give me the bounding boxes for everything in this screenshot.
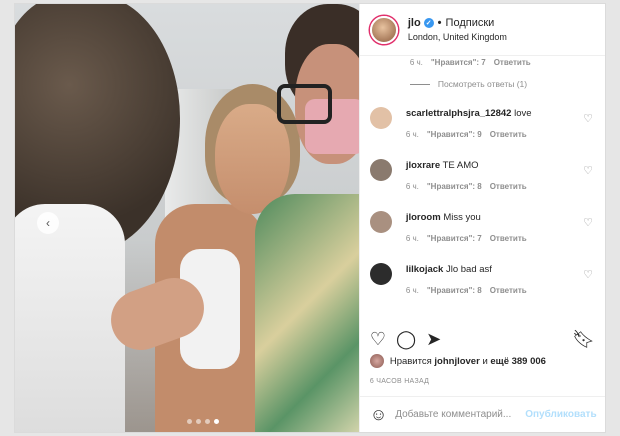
liker-username[interactable]: johnjlover <box>434 356 479 367</box>
carousel-dot-active <box>214 419 219 424</box>
photo-left-person-shirt <box>15 204 125 432</box>
carousel-dot <box>196 419 201 424</box>
comment-text: Jlo bad asf <box>445 264 492 275</box>
comments-list[interactable]: 6 ч. "Нравится": 7 Ответить Посмотреть о… <box>360 56 605 319</box>
bookmark-icon[interactable]: 🔖︎ <box>572 330 595 348</box>
likes-middle: и <box>482 355 488 367</box>
comment-text-line: lilkojack Jlo bad asf <box>406 263 595 276</box>
post-header-text: jlo ✓ • Подписки London, United Kingdom <box>408 17 507 42</box>
header-separator: • <box>437 17 442 29</box>
comment-likes[interactable]: "Нравится": 8 <box>427 180 482 193</box>
comment-reply-button[interactable]: Ответить <box>490 232 527 245</box>
comment-time: 6 ч. <box>405 286 419 295</box>
comment-item: lilkojack Jlo bad asf 6 ч. "Нравится": 8… <box>360 263 605 297</box>
share-icon[interactable]: ➤ <box>426 330 441 348</box>
comment-body: lilkojack Jlo bad asf 6 ч. "Нравится": 8… <box>406 263 595 297</box>
heart-icon[interactable]: ♡ <box>583 268 593 281</box>
chevron-left-icon: ‹ <box>46 216 50 230</box>
previous-comment-meta: 6 ч. "Нравится": 7 Ответить <box>360 58 605 67</box>
likes-count[interactable]: ещё 389 006 <box>490 356 546 367</box>
comment-meta: 6 ч. "Нравится": 9 Ответить <box>406 128 595 141</box>
carousel-prev-button[interactable]: ‹ <box>37 212 59 234</box>
comment-text-line: jloroom Miss you <box>406 211 595 224</box>
comment-text-line: scarlettralphsjra_12842 love <box>406 107 595 120</box>
post-header: jlo ✓ • Подписки London, United Kingdom <box>359 4 605 56</box>
following-button[interactable]: Подписки <box>446 17 495 29</box>
comment-meta: 6 ч. "Нравится": 8 Ответить <box>406 180 595 193</box>
comment-input[interactable] <box>395 409 526 420</box>
comment-reply-button[interactable]: Ответить <box>490 284 527 297</box>
comment-time: 6 ч. <box>405 182 419 191</box>
comment-reply-button[interactable]: Ответить <box>490 128 527 141</box>
comment-text: Miss you <box>443 212 481 223</box>
comment-time: 6 ч. <box>405 130 419 139</box>
comment-body: jloroom Miss you 6 ч. "Нравится": 7 Отве… <box>406 211 595 245</box>
comment-icon[interactable]: ◯ <box>396 330 416 348</box>
comment-text: TE AMO <box>442 160 479 171</box>
post-location[interactable]: London, United Kingdom <box>408 32 507 42</box>
post-actions: ♡ ◯ ➤ 🔖︎ <box>360 326 605 352</box>
post-photo[interactable]: ‹ <box>15 4 359 432</box>
post-modal: ‹ jlo ✓ • Подписки London, United Kingdo… <box>14 3 606 433</box>
add-comment-bar: ☺ Опубликовать <box>359 396 605 432</box>
photo-patterned-shirt <box>255 194 359 432</box>
comment-avatar[interactable] <box>369 263 392 285</box>
comment-avatar[interactable] <box>369 107 392 129</box>
comment-username[interactable]: lilkojack <box>406 264 444 275</box>
comment-username[interactable]: jloroom <box>406 212 441 223</box>
comment-likes[interactable]: "Нравится": 7 <box>427 232 482 245</box>
carousel-dots <box>187 419 219 424</box>
comment-body: scarlettralphsjra_12842 love 6 ч. "Нрави… <box>406 107 595 141</box>
emoji-icon[interactable]: ☺ <box>370 405 387 425</box>
post-timestamp[interactable]: 6 ЧАСОВ НАЗАД <box>370 378 429 385</box>
heart-icon[interactable]: ♡ <box>370 330 386 348</box>
publish-button[interactable]: Опубликовать <box>525 409 596 420</box>
comment-reply-button[interactable]: Ответить <box>490 180 527 193</box>
comment-meta: 6 ч. "Нравится": 8 Ответить <box>406 284 595 297</box>
comment-text: love <box>514 108 532 119</box>
comment-reply-button[interactable]: Ответить <box>494 58 531 67</box>
comment-likes[interactable]: "Нравится": 8 <box>427 284 482 297</box>
post-header-line: jlo ✓ • Подписки <box>408 17 507 29</box>
verified-badge-icon: ✓ <box>423 18 434 28</box>
comment-avatar[interactable] <box>369 159 392 181</box>
comment-body: jloxrare TE AMO 6 ч. "Нравится": 8 Ответ… <box>406 159 595 193</box>
comment-meta: 6 ч. "Нравится": 7 Ответить <box>406 232 595 245</box>
heart-icon[interactable]: ♡ <box>583 164 593 177</box>
heart-icon[interactable]: ♡ <box>583 216 593 229</box>
liker-avatar[interactable] <box>369 354 384 368</box>
comment-likes[interactable]: "Нравится": 9 <box>427 128 482 141</box>
heart-icon[interactable]: ♡ <box>583 112 593 125</box>
carousel-dot <box>205 419 210 424</box>
likes-summary: Нравится johnjlover и ещё 389 006 <box>369 354 546 368</box>
replies-divider <box>409 83 430 85</box>
author-username[interactable]: jlo <box>408 17 421 29</box>
carousel-dot <box>187 419 192 424</box>
post-sidebar: jlo ✓ • Подписки London, United Kingdom … <box>358 4 605 432</box>
comment-username[interactable]: scarlettralphsjra_12842 <box>406 108 512 119</box>
view-replies-label: Посмотреть ответы (1) <box>437 79 528 89</box>
photo-glasses <box>277 84 332 124</box>
comment-time: 6 ч. <box>409 58 423 67</box>
author-avatar[interactable] <box>369 15 398 44</box>
view-replies-button[interactable]: Посмотреть ответы (1) <box>360 79 605 89</box>
comment-avatar[interactable] <box>369 211 392 233</box>
comment-likes[interactable]: "Нравится": 7 <box>431 58 486 67</box>
comment-text-line: jloxrare TE AMO <box>406 159 595 172</box>
comment-item: jloxrare TE AMO 6 ч. "Нравится": 8 Ответ… <box>360 159 605 193</box>
comment-time: 6 ч. <box>405 234 419 243</box>
likes-prefix: Нравится <box>389 355 432 367</box>
comment-username[interactable]: jloxrare <box>406 160 440 171</box>
comment-item: jloroom Miss you 6 ч. "Нравится": 7 Отве… <box>360 211 605 245</box>
comment-item: scarlettralphsjra_12842 love 6 ч. "Нрави… <box>360 107 605 141</box>
